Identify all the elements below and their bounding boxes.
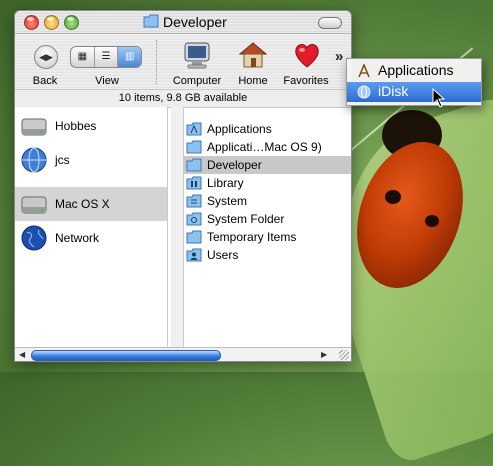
view-control: ▦ ☰ ▥ View (70, 34, 144, 89)
back-arrow-icon: ◀▶ (34, 45, 58, 69)
folder-icon (186, 230, 202, 244)
toolbar: ◀▶ Back ▦ ☰ ▥ View Computer Home Favorit… (15, 34, 351, 89)
sidebar-item-mac-os-x[interactable]: Mac OS X (15, 187, 167, 221)
users-folder-icon (186, 248, 202, 262)
file-item-developer[interactable]: Developer (183, 156, 351, 174)
file-item-system[interactable]: System (183, 192, 351, 210)
finder-window: Developer ◀▶ Back ▦ ☰ ▥ View Computer Ho… (14, 10, 352, 362)
toolbar-toggle-button[interactable] (318, 17, 342, 29)
file-item-library[interactable]: Library (183, 174, 351, 192)
folder-icon (186, 158, 202, 172)
computer-label: Computer (172, 75, 222, 87)
minimize-button[interactable] (44, 15, 59, 30)
view-segmented-control: ▦ ☰ ▥ (70, 46, 142, 68)
scroll-thumb[interactable] (31, 350, 221, 361)
close-button[interactable] (24, 15, 39, 30)
file-label: Applications (207, 122, 272, 136)
icon-view-button[interactable]: ▦ (71, 47, 95, 67)
toolbar-overflow-menu: Applications iDisk (346, 58, 482, 106)
home-label: Home (238, 75, 268, 87)
computer-icon (184, 42, 210, 69)
sidebar-item-label: Network (55, 231, 100, 245)
ladybug-spot (425, 215, 439, 227)
favorites-label: Favorites (283, 75, 329, 87)
library-folder-icon (186, 176, 202, 190)
sidebar-item-label: Mac OS X (55, 197, 110, 211)
applications-folder-icon (186, 122, 202, 136)
hard-disk-icon (21, 196, 47, 214)
file-label: Library (207, 176, 244, 190)
file-label: Developer (207, 158, 262, 172)
system-folder-icon (186, 212, 202, 226)
toolbar-separator (156, 40, 158, 84)
applications-icon (358, 64, 370, 78)
menu-item-label: iDisk (378, 83, 409, 99)
sidebar-item-hobbes[interactable]: Hobbes (15, 109, 167, 143)
ladybug-spot (385, 190, 401, 204)
folder-icon (143, 14, 159, 28)
column-view-button[interactable]: ▥ (118, 47, 141, 67)
menu-item-label: Applications (378, 62, 454, 78)
file-label: System Folder (207, 212, 285, 226)
file-item-system-folder[interactable]: System Folder (183, 210, 351, 228)
network-globe-icon (21, 225, 47, 251)
horizontal-scrollbar[interactable]: ◀ ▶ (15, 347, 351, 361)
file-label: Users (207, 248, 239, 262)
mouse-cursor-icon (432, 88, 446, 108)
title-bar[interactable]: Developer (15, 11, 351, 34)
sidebar-item-jcs[interactable]: jcs (15, 143, 167, 177)
sidebar-item-label: Hobbes (55, 119, 97, 133)
idisk-globe-icon (21, 147, 47, 173)
heart-icon (295, 44, 319, 68)
scroll-right-icon[interactable]: ▶ (321, 350, 327, 359)
file-item-applications[interactable]: Applications (183, 120, 351, 138)
idisk-icon (357, 85, 371, 99)
sidebar-item-label: jcs (55, 153, 70, 167)
file-item-applications-mac-os-9[interactable]: Applicati…Mac OS 9) (183, 138, 351, 156)
window-title: Developer (163, 14, 227, 30)
file-list: Applications Applicati…Mac OS 9) Develop… (183, 107, 351, 347)
sidebar-item-network[interactable]: Network (15, 221, 167, 255)
file-label: Temporary Items (207, 230, 297, 244)
resize-grip-icon[interactable] (339, 350, 349, 360)
sidebar: Hobbes jcs Mac OS X Network (15, 107, 168, 347)
back-label: Back (32, 75, 58, 87)
file-label: Applicati…Mac OS 9) (207, 140, 322, 154)
view-label: View (95, 75, 119, 87)
home-icon (238, 42, 268, 68)
list-view-button[interactable]: ☰ (95, 47, 119, 67)
file-item-users[interactable]: Users (183, 246, 351, 264)
system-folder-icon (186, 194, 202, 208)
scroll-left-icon[interactable]: ◀ (19, 350, 25, 359)
folder-icon (186, 140, 202, 154)
toolbar-overflow-button[interactable]: » (335, 48, 343, 65)
status-bar: 10 items, 9.8 GB available (15, 89, 351, 108)
zoom-button[interactable] (64, 15, 79, 30)
menu-item-idisk[interactable]: iDisk (347, 82, 481, 102)
menu-item-applications[interactable]: Applications (347, 61, 481, 81)
file-label: System (207, 194, 248, 208)
file-item-temporary-items[interactable]: Temporary Items (183, 228, 351, 246)
hard-disk-icon (21, 118, 47, 136)
